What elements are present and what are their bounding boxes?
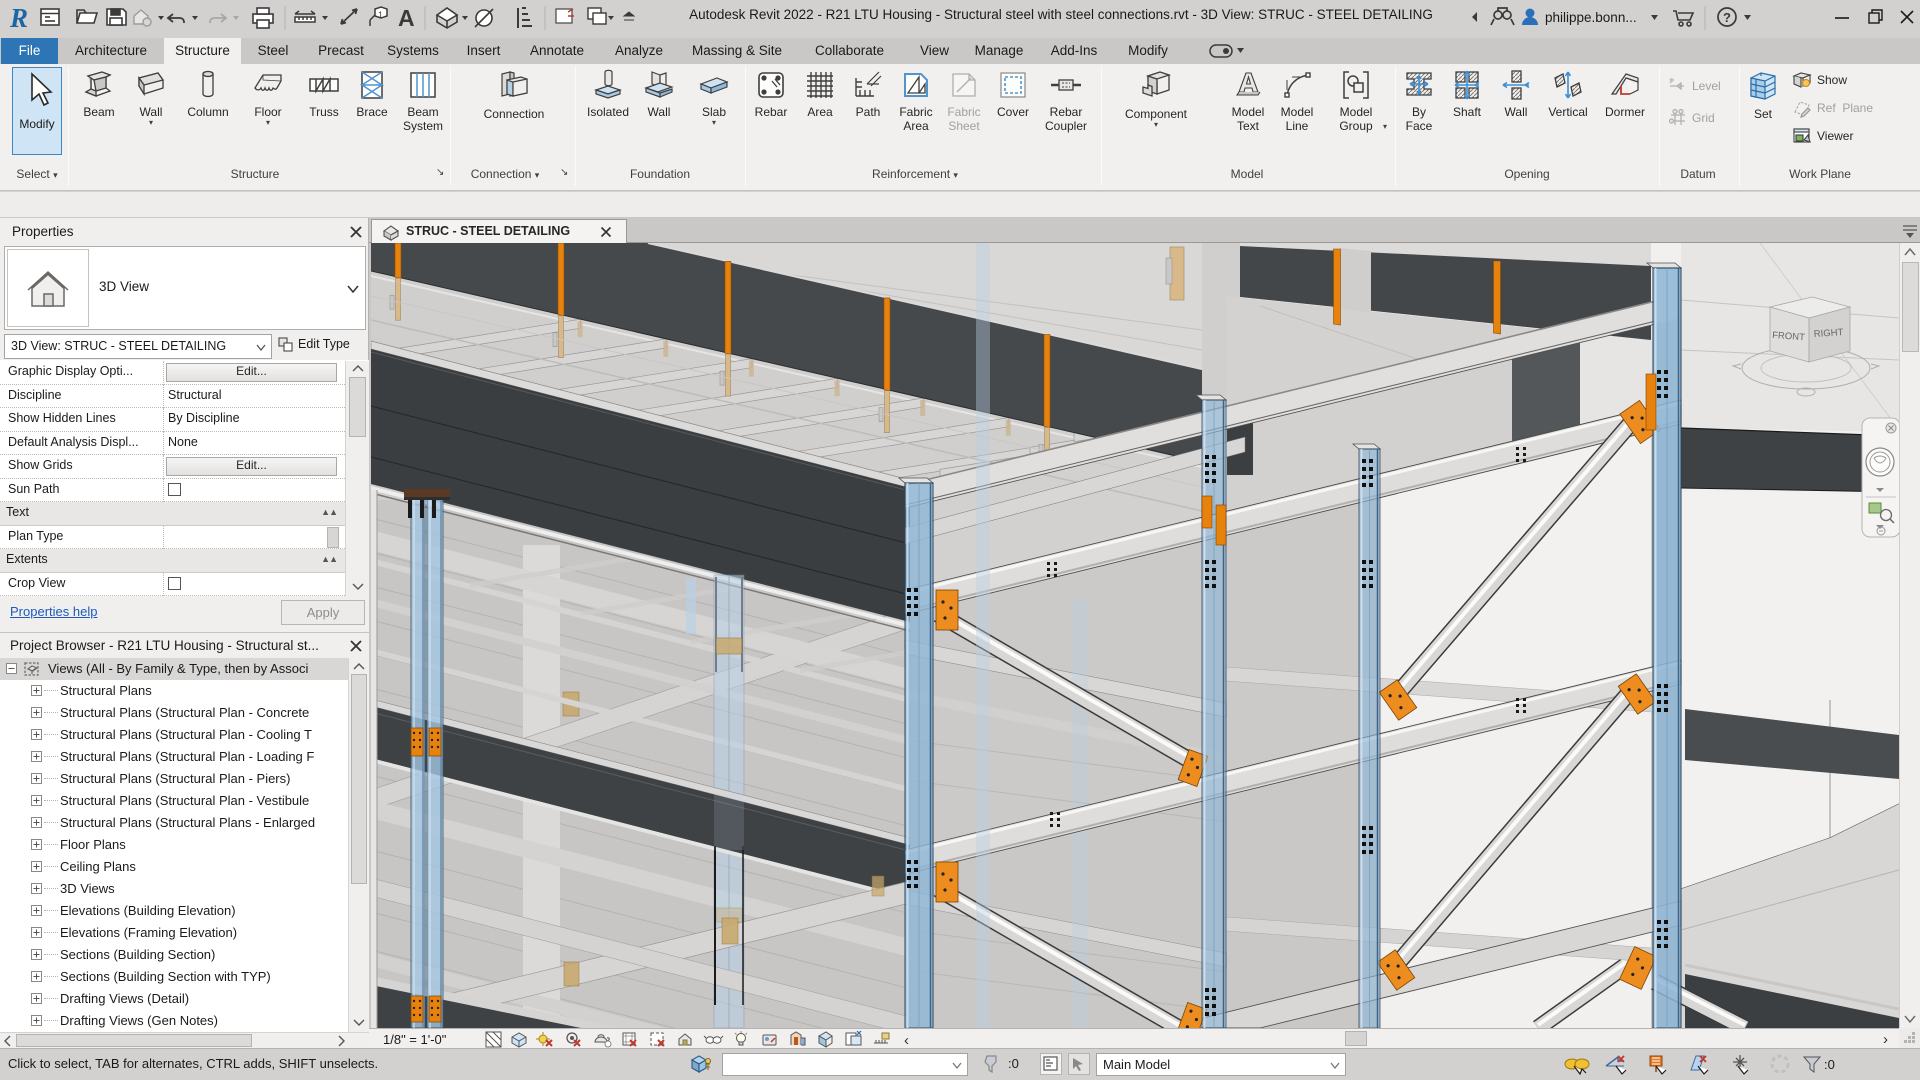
svg-text:Autodesk Revit 2022 - R21 LTU: Autodesk Revit 2022 - R21 LTU Housing - … — [689, 7, 1433, 22]
svg-text:›: › — [1883, 1031, 1888, 1048]
svg-text:R: R — [9, 3, 28, 33]
svg-text:A: A — [398, 5, 415, 31]
svg-text:1: 1 — [378, 10, 383, 20]
svg-text:RIGHT: RIGHT — [1813, 327, 1843, 340]
svg-text:philippe.bonn...: philippe.bonn... — [1545, 10, 1637, 25]
svg-text:‹: ‹ — [904, 1032, 909, 1049]
svg-text::0: :0 — [1824, 1057, 1835, 1072]
svg-text:FRONT: FRONT — [1772, 330, 1806, 343]
svg-text:?: ? — [1723, 10, 1731, 25]
